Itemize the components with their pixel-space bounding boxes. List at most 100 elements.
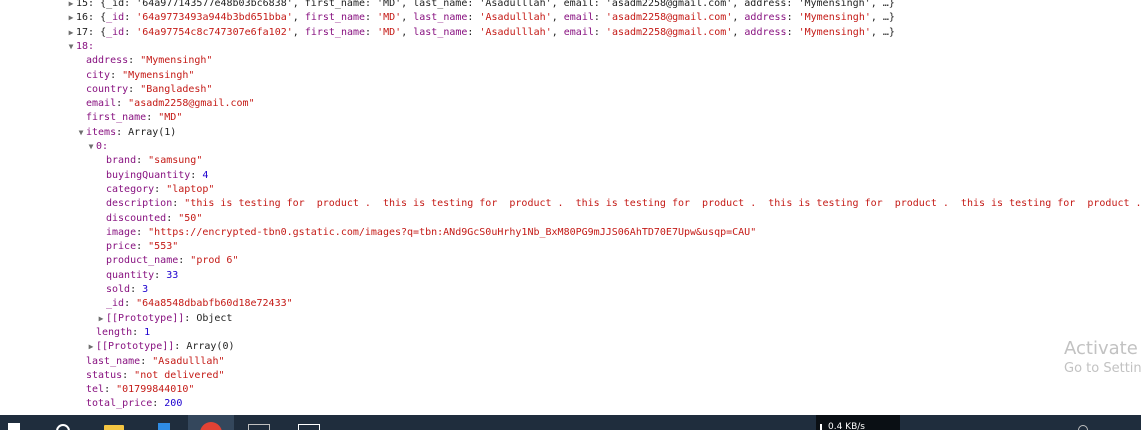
console-line: address: "Mymensingh" (0, 54, 1141, 68)
console-line-text: last_name: "Asadulllah" (86, 355, 224, 369)
token: email (563, 12, 594, 24)
collapse-triangle-icon[interactable]: ▶ (66, 26, 76, 40)
terminal-icon[interactable] (244, 415, 272, 430)
console-line-text: [[Prototype]]: Array(0) (96, 340, 235, 354)
console-line: price: "553" (0, 240, 1141, 254)
token: email (86, 98, 117, 110)
token: total_price (86, 398, 153, 410)
vscode-icon[interactable] (150, 415, 178, 430)
token: : (116, 98, 129, 110)
search-icon[interactable] (50, 415, 78, 430)
token: : Array(1) (116, 126, 177, 138)
token: , (732, 26, 745, 38)
token: last_name (413, 26, 468, 38)
token: : (140, 355, 153, 367)
collapse-triangle-icon[interactable]: ▶ (86, 340, 96, 354)
token: last_name (86, 355, 141, 367)
console-line[interactable]: ▼ 18: (0, 40, 1141, 54)
console-line[interactable]: ▼ 0: (0, 140, 1141, 154)
token: : Array(0) (174, 341, 235, 353)
activate-windows-watermark: Activate Windows Go to Settings to activ… (1064, 338, 1141, 378)
console-line: last_name: "Asadulllah" (0, 355, 1141, 369)
token: sold (106, 284, 131, 295)
console-line-text: total_price: 200 (86, 397, 182, 411)
console-line-text: status: "not delivered" (86, 369, 224, 383)
token: 'MD' (377, 26, 402, 38)
console-line: _id: "64a8548dbabfb60d18e72433" (0, 297, 1141, 311)
console-line-text: quantity: 33 (106, 269, 178, 283)
expand-triangle-icon[interactable]: ▼ (66, 40, 76, 54)
console-line-text: length: 1 (96, 326, 150, 340)
console-line: brand: "samsung" (0, 154, 1141, 168)
token: "Asadulllah" (152, 355, 225, 367)
console-line: first_name: "MD" (0, 111, 1141, 125)
token: , (551, 26, 564, 38)
token: : (110, 69, 123, 81)
token: , (401, 26, 414, 38)
collapse-triangle-icon[interactable]: ▶ (96, 312, 106, 326)
token: "Mymensingh" (140, 55, 213, 67)
window-icon[interactable] (294, 415, 322, 430)
token: 'Asadulllah' (479, 12, 552, 24)
token: '64a97754c8c747307e6fa102' (136, 26, 293, 38)
console-line-text: price: "553" (106, 240, 178, 254)
tray-icon[interactable] (1072, 415, 1096, 430)
token: , (292, 26, 305, 38)
token: buyingQuantity (106, 169, 191, 181)
expand-triangle-icon[interactable]: ▼ (86, 140, 96, 154)
token: _id (106, 12, 125, 24)
network-speed-widget[interactable]: 0.4 KB/s (816, 415, 900, 430)
token: : (152, 398, 165, 410)
token: : (786, 12, 799, 24)
console-line-text: product_name: "prod 6" (106, 254, 238, 268)
token: 'asadm2258@gmail.com' (605, 12, 733, 24)
token: : (132, 326, 145, 338)
network-speed-text: 0.4 KB/s (828, 422, 865, 430)
expand-triangle-icon[interactable]: ▼ (76, 126, 86, 140)
token: length (96, 326, 133, 338)
token: : (593, 12, 606, 24)
windows-start-icon[interactable] (0, 415, 28, 430)
token: : (124, 12, 137, 24)
console-line-text: image: "https://encrypted-tbn0.gstatic.c… (106, 226, 756, 240)
console-line: length: 1 (0, 326, 1141, 340)
console-line: quantity: 33 (0, 269, 1141, 283)
console-line[interactable]: ▼ items: Array(1) (0, 126, 1141, 140)
token: category (106, 183, 155, 195)
token: first_name (304, 26, 366, 38)
token: "samsung" (148, 155, 203, 167)
token: city (86, 69, 111, 81)
file-explorer-icon[interactable] (100, 415, 128, 430)
console-line: email: "asadm2258@gmail.com" (0, 97, 1141, 111)
console-line[interactable]: ▶ 17: {_id: '64a97754c8c747307e6fa102', f… (0, 26, 1141, 40)
console-line[interactable]: ▶ [[Prototype]]: Array(0) (0, 340, 1141, 354)
console-line: buyingQuantity: 4 (0, 169, 1141, 183)
collapse-triangle-icon[interactable]: ▶ (66, 0, 76, 11)
token: : (104, 384, 117, 396)
token: "553" (148, 241, 179, 253)
token: "https://encrypted-tbn0.gstatic.com/imag… (148, 226, 757, 238)
console-line: tel: "01799844010" (0, 383, 1141, 397)
token: '64a9773493a944b3bd651bba' (136, 12, 293, 24)
console-line[interactable]: ▶ 16: {_id: '64a9773493a944b3bd651bba', f… (0, 11, 1141, 25)
token: : (154, 183, 167, 195)
console-line-text: 15: {_id: '64a977143577e48b03bc6838', fi… (76, 0, 895, 11)
token: : (786, 26, 799, 38)
token: 200 (164, 398, 183, 410)
console-line[interactable]: ▶ 15: {_id: '64a977143577e48b03bc6838', f… (0, 0, 1141, 11)
console-line-text: sold: 3 (106, 283, 148, 297)
chrome-icon[interactable] (188, 415, 234, 430)
token: : (593, 26, 606, 38)
token: email (563, 26, 594, 38)
token: _id (106, 298, 125, 310)
console-line-text: 18: (76, 40, 94, 54)
console-line-text: buyingQuantity: 4 (106, 169, 208, 183)
token: : (166, 212, 179, 224)
token: "asadm2258@gmail.com" (128, 98, 255, 110)
console-line[interactable]: ▶ [[Prototype]]: Object (0, 312, 1141, 326)
console-line-text: category: "laptop" (106, 183, 214, 197)
token: items (86, 126, 117, 138)
token: 'MD' (377, 12, 402, 24)
collapse-triangle-icon[interactable]: ▶ (66, 11, 76, 25)
token: "64a8548dbabfb60d18e72433" (136, 298, 293, 310)
